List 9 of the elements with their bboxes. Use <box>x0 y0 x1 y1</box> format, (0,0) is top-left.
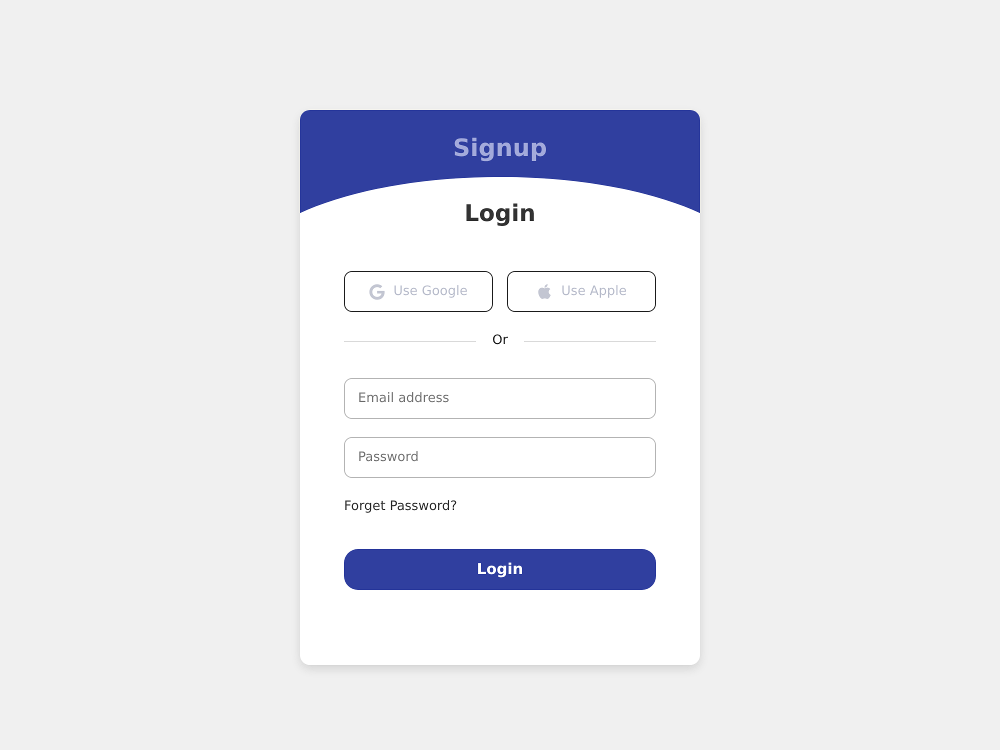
google-g-icon <box>369 284 386 300</box>
divider-label: Or <box>491 332 509 350</box>
form-tab[interactable]: Signup <box>448 133 552 163</box>
form-tab[interactable]: Login <box>460 199 540 229</box>
apple-icon <box>536 283 554 300</box>
input-field[interactable]: Email address <box>344 378 656 419</box>
input-field[interactable]: Password <box>344 437 656 478</box>
forgot-password-link[interactable]: Forget Password? <box>344 497 458 517</box>
login-button[interactable]: Login <box>344 549 656 590</box>
